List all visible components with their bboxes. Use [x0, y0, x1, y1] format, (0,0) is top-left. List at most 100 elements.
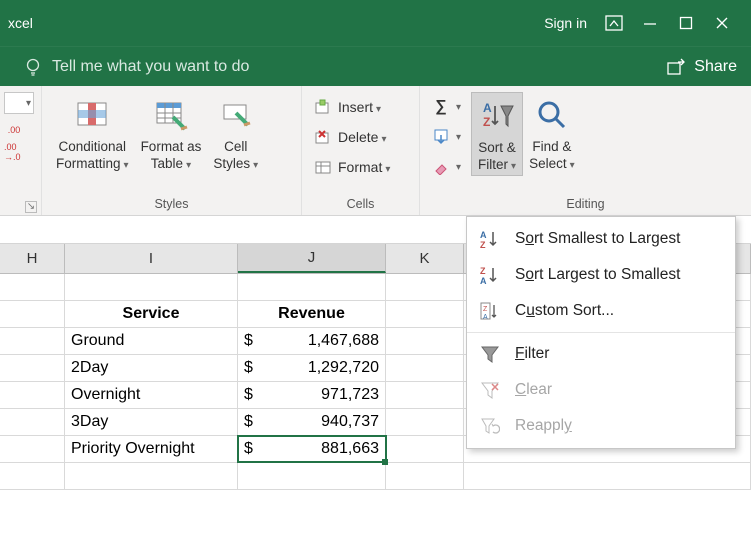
conditional-formatting-icon	[73, 96, 111, 134]
col-header-J[interactable]: J	[238, 244, 386, 273]
sort-desc-icon: ZA	[479, 264, 501, 286]
svg-text:A: A	[483, 314, 488, 321]
revenue-cell-selected[interactable]: $881,663	[238, 436, 386, 462]
cell[interactable]	[238, 274, 386, 300]
cell[interactable]	[0, 463, 65, 489]
sort-asc-icon: AZ	[479, 228, 501, 250]
sort-filter-icon: AZ	[478, 97, 516, 135]
cell-styles-button[interactable]: CellStyles	[207, 92, 264, 174]
insert-button[interactable]: Insert	[310, 94, 394, 120]
ribbon-group-editing: ∑▾ ▾ ▾ AZ Sort &Filter Find &Select Edit…	[420, 86, 751, 215]
lightbulb-icon	[24, 57, 42, 77]
reapply-icon	[479, 415, 501, 437]
cell[interactable]	[0, 328, 65, 354]
format-as-table-button[interactable]: Format asTable	[135, 92, 208, 174]
menu-clear: Clear	[467, 372, 735, 408]
cell-styles-icon	[217, 96, 255, 134]
menu-filter[interactable]: Filter	[467, 336, 735, 372]
cell[interactable]	[0, 355, 65, 381]
clear-button[interactable]: ▾	[428, 154, 465, 180]
col-header-H[interactable]: H	[0, 244, 65, 273]
delete-button[interactable]: Delete	[310, 124, 394, 150]
cells-group-label: Cells	[302, 195, 419, 215]
menu-reapply: Reapply	[467, 408, 735, 444]
custom-sort-icon: ZA	[479, 300, 501, 322]
cell[interactable]	[0, 409, 65, 435]
svg-text:Z: Z	[480, 240, 486, 249]
fill-button[interactable]: ▾	[428, 124, 465, 150]
menu-label: Filter	[515, 345, 549, 363]
decrease-decimal-button[interactable]: .00→.0	[4, 142, 21, 162]
share-label: Share	[694, 58, 737, 76]
fill-down-icon	[432, 128, 450, 146]
tell-me-placeholder: Tell me what you want to do	[52, 58, 249, 76]
col-header-I[interactable]: I	[65, 244, 238, 273]
ribbon-group-cells: Insert Delete Format Cells	[302, 86, 420, 215]
menu-sort-desc[interactable]: ZA Sort Largest to Smallest	[467, 257, 735, 293]
menu-custom-sort[interactable]: ZA Custom Sort...	[467, 293, 735, 329]
cell[interactable]	[386, 463, 464, 489]
service-cell[interactable]: Priority Overnight	[65, 436, 238, 462]
cell[interactable]	[386, 274, 464, 300]
service-cell[interactable]: Overnight	[65, 382, 238, 408]
sort-filter-menu: AZ Soort Smallest to Largestrt Smallest …	[466, 216, 736, 449]
title-bar: xcel Sign in	[0, 0, 751, 46]
cell[interactable]	[386, 382, 464, 408]
sheet-area: H I J K Service Revenue Ground $1,467,68…	[0, 244, 751, 490]
service-cell[interactable]: 3Day	[65, 409, 238, 435]
ribbon: ▾ .00 .00→.0 ↘ ConditionalFormatting For…	[0, 86, 751, 216]
cell[interactable]	[65, 274, 238, 300]
cell[interactable]	[386, 301, 464, 327]
revenue-cell[interactable]: $940,737	[238, 409, 386, 435]
header-revenue[interactable]: Revenue	[238, 301, 386, 327]
cell[interactable]	[0, 436, 65, 462]
minimize-icon[interactable]	[641, 14, 659, 32]
title-controls: Sign in	[544, 14, 751, 32]
maximize-icon[interactable]	[677, 14, 695, 32]
share-button[interactable]: Share	[666, 58, 737, 76]
svg-text:Z: Z	[480, 266, 486, 276]
format-as-table-icon	[152, 96, 190, 134]
service-cell[interactable]: 2Day	[65, 355, 238, 381]
svg-text:Z: Z	[483, 115, 490, 129]
cell[interactable]	[386, 436, 464, 462]
cell[interactable]	[386, 328, 464, 354]
number-format-combo[interactable]: ▾	[4, 92, 34, 114]
tell-me-search[interactable]: Tell me what you want to do	[24, 57, 249, 77]
autosum-button[interactable]: ∑▾	[428, 94, 465, 120]
cell[interactable]	[386, 355, 464, 381]
header-service[interactable]: Service	[65, 301, 238, 327]
insert-cells-icon	[314, 98, 332, 116]
app-name: xcel	[8, 15, 33, 31]
menu-sort-asc[interactable]: AZ Soort Smallest to Largestrt Smallest …	[467, 221, 735, 257]
ribbon-display-icon[interactable]	[605, 14, 623, 32]
col-header-K[interactable]: K	[386, 244, 464, 273]
cell[interactable]	[386, 409, 464, 435]
find-select-button[interactable]: Find &Select	[523, 92, 581, 174]
menu-separator	[467, 332, 735, 333]
sign-in-link[interactable]: Sign in	[544, 15, 587, 31]
cell[interactable]	[0, 382, 65, 408]
close-icon[interactable]	[713, 14, 731, 32]
tellme-bar: Tell me what you want to do Share	[0, 46, 751, 86]
revenue-cell[interactable]: $1,467,688	[238, 328, 386, 354]
cell[interactable]	[0, 274, 65, 300]
cell[interactable]	[65, 463, 238, 489]
conditional-formatting-button[interactable]: ConditionalFormatting	[50, 92, 135, 174]
format-button[interactable]: Format	[310, 154, 394, 180]
menu-label: Reapply	[515, 417, 572, 435]
revenue-cell[interactable]: $971,723	[238, 382, 386, 408]
sort-filter-button[interactable]: AZ Sort &Filter	[471, 92, 523, 176]
cell[interactable]	[0, 301, 65, 327]
grid-row-blank	[0, 463, 751, 490]
clear-filter-icon	[479, 379, 501, 401]
filter-icon	[479, 343, 501, 365]
revenue-cell[interactable]: $1,292,720	[238, 355, 386, 381]
dialog-launcher-icon[interactable]: ↘	[25, 201, 37, 213]
increase-decimal-button[interactable]: .00	[4, 120, 24, 140]
cell[interactable]	[464, 463, 751, 489]
cell[interactable]	[238, 463, 386, 489]
service-cell[interactable]: Ground	[65, 328, 238, 354]
format-cells-icon	[314, 158, 332, 176]
ribbon-group-number: ▾ .00 .00→.0 ↘	[0, 86, 42, 215]
